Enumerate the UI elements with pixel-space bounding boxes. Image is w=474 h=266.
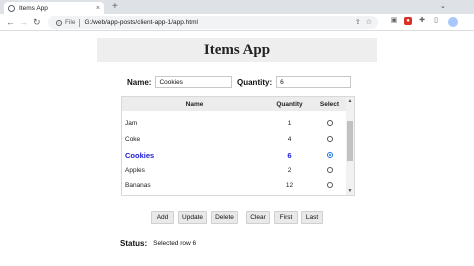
forward-button[interactable]: → [19, 17, 28, 27]
scrollbar-thumb[interactable] [347, 121, 353, 161]
close-icon[interactable]: × [96, 5, 100, 12]
item-quantity: 6 [287, 151, 292, 160]
list-item-selected[interactable]: Cookies 6 [122, 148, 347, 163]
quantity-label: Quantity: [237, 77, 273, 87]
column-header-name: Name [185, 100, 204, 108]
extension-icon[interactable]: ▣ [390, 17, 398, 25]
file-scheme-label: File [65, 19, 76, 26]
column-header-quantity: Quantity [276, 100, 303, 108]
scroll-up-icon[interactable]: ▲ [346, 97, 354, 105]
list-header: Name Quantity Select [122, 97, 347, 111]
item-name: Bananas [125, 182, 151, 189]
quantity-field[interactable] [276, 76, 352, 88]
scroll-down-icon[interactable]: ▼ [346, 187, 354, 195]
share-icon[interactable]: ⇪ [355, 18, 361, 26]
update-button[interactable]: Update [178, 211, 207, 224]
item-quantity: 4 [287, 136, 292, 143]
add-button[interactable]: Add [151, 211, 174, 224]
row-radio[interactable] [326, 135, 333, 142]
item-name: Cookies [125, 151, 155, 160]
globe-icon [8, 4, 15, 12]
status-message: Selected row 6 [153, 240, 197, 247]
items-list[interactable]: Name Quantity Select Jam 1 Coke 4 Cookie… [121, 96, 355, 196]
last-button[interactable]: Last [301, 211, 323, 224]
row-radio[interactable] [326, 181, 333, 188]
page-title: Items App [203, 41, 271, 58]
first-button[interactable]: First [274, 211, 298, 224]
item-name: Jam [125, 120, 138, 127]
browser-tab-bar: Items App × + ⌄ [0, 0, 474, 14]
list-item[interactable]: Coke 4 [122, 132, 347, 147]
avatar[interactable] [448, 17, 458, 27]
row-radio-checked[interactable] [326, 152, 333, 158]
sidebar-icon[interactable]: ▯ [432, 17, 440, 25]
reload-button[interactable]: ↻ [33, 17, 41, 27]
url-text[interactable]: G:/web/app-posts/client-app-1/app.html [84, 19, 197, 26]
quantity-field-group: Quantity: [237, 76, 352, 88]
app-header: Items App [97, 38, 377, 62]
status-label: Status: [120, 239, 148, 248]
address-bar[interactable]: i File G:/web/app-posts/client-app-1/app… [48, 16, 378, 29]
back-button[interactable]: ← [6, 17, 15, 27]
item-quantity: 2 [287, 167, 292, 174]
delete-button[interactable]: Delete [211, 211, 238, 224]
name-label: Name: [127, 77, 152, 87]
puzzle-icon[interactable]: ✚ [418, 17, 426, 25]
item-quantity: 12 [285, 182, 294, 189]
status-bar: Status: Selected row 6 [120, 239, 196, 248]
list-item[interactable]: Jam 1 [122, 116, 347, 131]
tab-title: Items App [19, 4, 48, 12]
item-quantity: 1 [287, 120, 292, 127]
name-field[interactable] [155, 76, 233, 88]
row-radio[interactable] [326, 119, 333, 126]
info-icon[interactable]: i [56, 19, 62, 26]
browser-tab[interactable]: Items App × [4, 2, 104, 14]
name-field-group: Name: [127, 76, 233, 88]
new-tab-button[interactable]: + [112, 1, 118, 13]
divider [79, 18, 81, 27]
item-name: Apples [125, 167, 145, 174]
item-name: Coke [125, 136, 141, 143]
extension-red-icon[interactable]: ● [404, 17, 412, 25]
star-icon[interactable]: ☆ [366, 18, 372, 26]
list-item[interactable]: Apples 2 [122, 163, 347, 178]
browser-toolbar: ← → ↻ i File G:/web/app-posts/client-app… [0, 14, 474, 31]
omnibox-actions: ⇪ ☆ [355, 18, 372, 26]
list-item[interactable]: Bananas 12 [122, 178, 347, 193]
row-radio[interactable] [326, 166, 333, 173]
clear-button[interactable]: Clear [246, 211, 270, 224]
column-header-select: Select [319, 100, 340, 108]
chevron-down-icon[interactable]: ⌄ [440, 2, 446, 12]
scrollbar[interactable]: ▲ ▼ [346, 97, 354, 195]
